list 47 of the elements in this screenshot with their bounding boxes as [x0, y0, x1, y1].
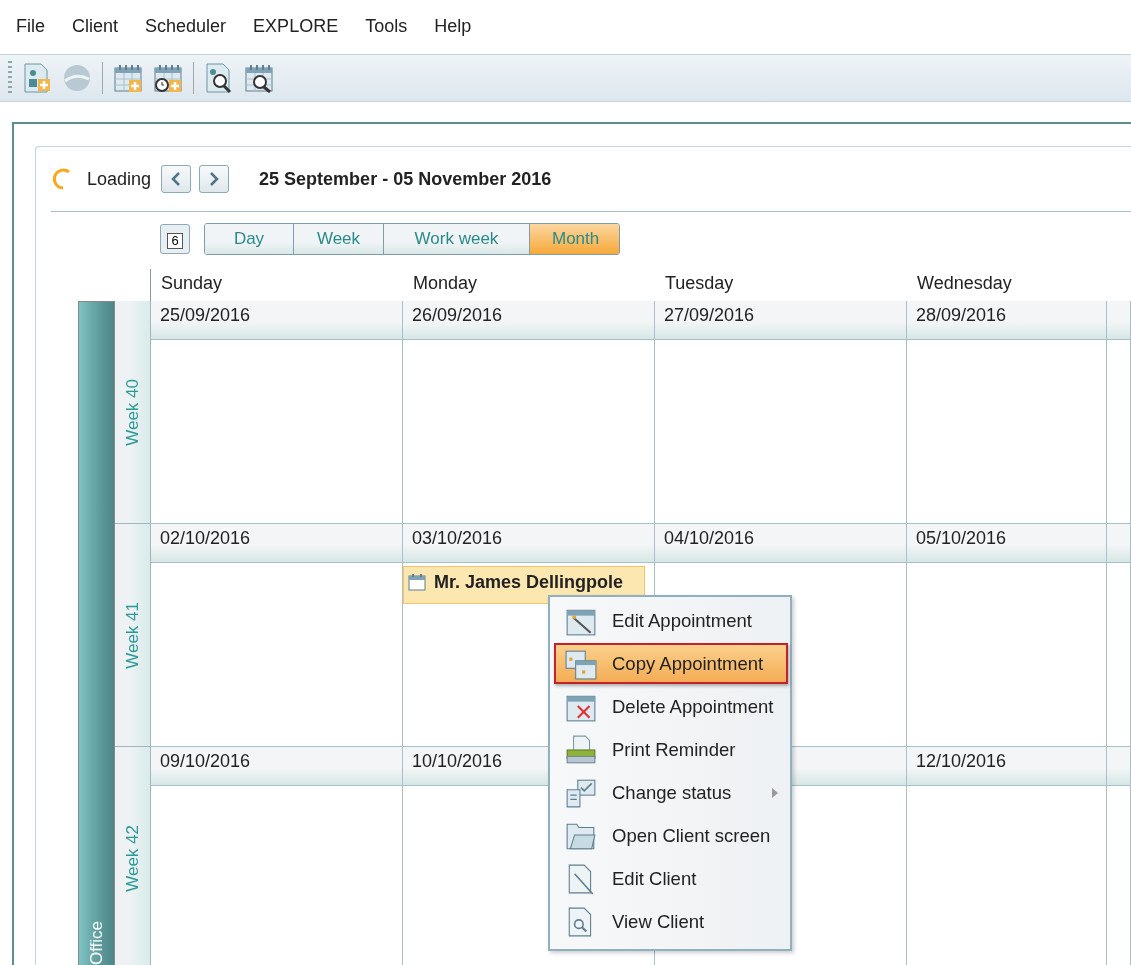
date-header: 05/10/2016 [907, 524, 1106, 563]
submenu-arrow-icon [772, 788, 778, 798]
resource-header: Office [78, 301, 115, 965]
menu-item[interactable]: EXPLORE [245, 15, 347, 37]
date-header: 27/09/2016 [655, 301, 906, 340]
menu-item[interactable]: Scheduler [137, 15, 235, 37]
view-tab[interactable]: Work week [384, 224, 530, 254]
context-menu-item[interactable]: Open Client screen [554, 815, 788, 856]
printer-icon [564, 733, 598, 766]
context-menu-item[interactable]: Delete Appointment [554, 686, 788, 727]
date-header: 28/09/2016 [907, 301, 1106, 340]
date-header: 02/10/2016 [151, 524, 402, 563]
context-menu-item[interactable]: Copy Appointment [554, 643, 788, 684]
toolbar-grip[interactable] [8, 61, 12, 95]
next-button[interactable] [199, 165, 230, 193]
calendar-icon [408, 573, 426, 591]
chevron-right-icon [209, 172, 220, 186]
previous-button[interactable] [161, 165, 192, 193]
date-header: 09/10/2016 [151, 747, 402, 786]
find-appointment-icon[interactable] [244, 63, 274, 93]
context-menu-item[interactable]: View Client [554, 901, 788, 942]
date-header: 25/09/2016 [151, 301, 402, 340]
day-header: Sunday [160, 272, 224, 295]
menu-item[interactable]: File [8, 15, 53, 37]
menu-item[interactable]: Tools [357, 15, 416, 37]
day-header: Monday [412, 272, 479, 295]
add-appointment-icon[interactable] [113, 63, 143, 93]
date-header: 26/09/2016 [403, 301, 654, 340]
view-tab[interactable]: Week [294, 224, 384, 254]
day-header: Wednesday [916, 272, 1013, 295]
today-button[interactable]: 6 [160, 224, 190, 254]
menu-item[interactable]: Help [426, 15, 480, 37]
appointment[interactable]: Mr. James Dellingpole [403, 566, 645, 604]
date-header: 03/10/2016 [403, 524, 654, 563]
date-header: 12/10/2016 [907, 747, 1106, 786]
add-timed-appointment-icon[interactable] [153, 63, 183, 93]
day-header: Tuesday [664, 272, 735, 295]
date-header: 04/10/2016 [655, 524, 906, 563]
menu-item[interactable]: Client [64, 15, 127, 37]
chevron-left-icon [171, 172, 182, 186]
appointment-title: Mr. James Dellingpole [434, 571, 624, 593]
loading-status: Loading [87, 168, 152, 190]
context-menu-item[interactable]: Edit Client [554, 858, 788, 899]
date-range: 25 September - 05 November 2016 [259, 168, 552, 190]
add-client-icon[interactable] [22, 62, 52, 94]
view-tab[interactable]: Day [205, 224, 294, 254]
find-client-icon[interactable] [204, 62, 234, 94]
